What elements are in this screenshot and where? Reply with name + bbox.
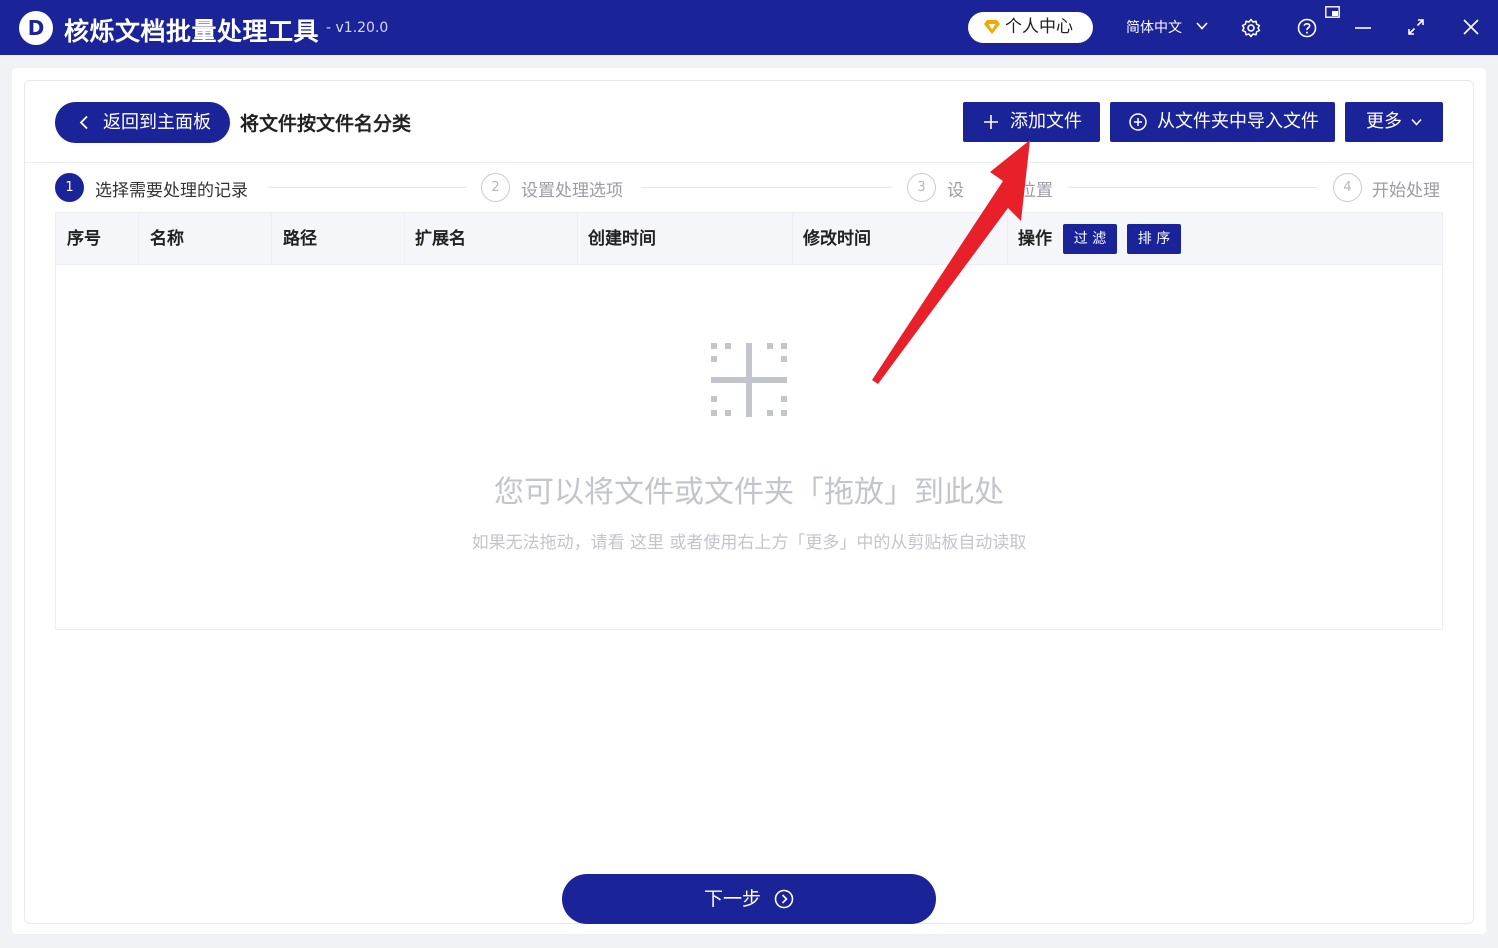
sort-button[interactable]: 排 序	[1127, 224, 1181, 254]
column-divider	[138, 213, 139, 265]
next-step-label: 下一步	[704, 888, 762, 910]
step-4-label: 开始处理	[1372, 181, 1440, 201]
column-header-path: 路径	[283, 229, 317, 249]
mini-window-icon[interactable]	[1325, 6, 1340, 18]
column-header-index: 序号	[67, 229, 101, 249]
drop-zone-icon	[711, 343, 787, 417]
title-bar: D 核烁文档批量处理工具 - v1.20.0 个人中心 简体中文	[0, 0, 1498, 55]
filter-button[interactable]: 过 滤	[1063, 224, 1117, 254]
step-1-number: 1	[55, 173, 84, 202]
step-connector	[268, 187, 466, 188]
app-version: - v1.20.0	[326, 20, 389, 36]
logo-letter: D	[27, 16, 45, 40]
diamond-icon	[984, 20, 1000, 34]
column-header-actions: 操作	[1018, 229, 1052, 249]
add-file-label: 添加文件	[1010, 111, 1082, 132]
column-divider	[577, 213, 578, 265]
column-divider	[1007, 213, 1008, 265]
chevron-down-icon	[1411, 118, 1422, 126]
step-2-label: 设置处理选项	[521, 181, 623, 201]
next-step-button[interactable]: 下一步	[562, 874, 936, 924]
column-header-created: 创建时间	[588, 229, 656, 249]
app-logo: D	[19, 11, 53, 45]
column-header-modified: 修改时间	[803, 229, 871, 249]
chevron-left-icon	[79, 115, 88, 130]
back-to-dashboard-button[interactable]: 返回到主面板	[55, 102, 230, 143]
arrow-right-circle-icon	[774, 889, 794, 909]
step-connector	[641, 187, 892, 188]
step-3-label-right: 位置	[1019, 181, 1053, 201]
step-4-number: 4	[1333, 173, 1362, 202]
more-label: 更多	[1366, 111, 1402, 132]
import-folder-label: 从文件夹中导入文件	[1157, 111, 1319, 132]
user-center-button[interactable]: 个人中心	[968, 12, 1093, 43]
back-button-label: 返回到主面板	[103, 112, 211, 133]
column-divider	[792, 213, 793, 265]
column-divider	[404, 213, 405, 265]
step-connector	[1068, 187, 1318, 188]
import-from-folder-button[interactable]: 从文件夹中导入文件	[1110, 102, 1335, 142]
column-divider	[271, 213, 272, 265]
plus-circle-icon	[1129, 113, 1147, 131]
file-table	[55, 212, 1443, 630]
maximize-icon[interactable]	[1407, 18, 1425, 36]
minimize-icon[interactable]	[1354, 18, 1372, 38]
column-header-extension: 扩展名	[415, 229, 466, 249]
more-button[interactable]: 更多	[1345, 102, 1443, 142]
language-selector[interactable]: 简体中文	[1126, 17, 1182, 37]
step-3-label-left: 设	[947, 181, 964, 201]
step-2-number: 2	[481, 173, 510, 202]
app-title: 核烁文档批量处理工具	[64, 17, 320, 46]
drop-zone-hint: 如果无法拖动，请看 这里 或者使用右上方「更多」中的从剪贴板自动读取	[471, 533, 1027, 553]
divider	[25, 162, 1473, 163]
user-center-label: 个人中心	[1005, 17, 1073, 37]
drop-zone-title: 您可以将文件或文件夹「拖放」到此处	[494, 475, 1004, 510]
column-header-name: 名称	[150, 229, 184, 249]
table-header	[56, 213, 1442, 265]
chevron-down-icon[interactable]	[1196, 22, 1208, 30]
add-file-button[interactable]: 添加文件	[963, 102, 1100, 142]
step-3-number: 3	[907, 173, 936, 202]
gear-icon[interactable]	[1241, 18, 1261, 38]
plus-icon	[984, 115, 998, 129]
help-icon[interactable]	[1297, 18, 1317, 38]
page-title: 将文件按文件名分类	[240, 113, 412, 135]
step-1-label: 选择需要处理的记录	[95, 181, 248, 201]
close-icon[interactable]	[1462, 18, 1480, 36]
